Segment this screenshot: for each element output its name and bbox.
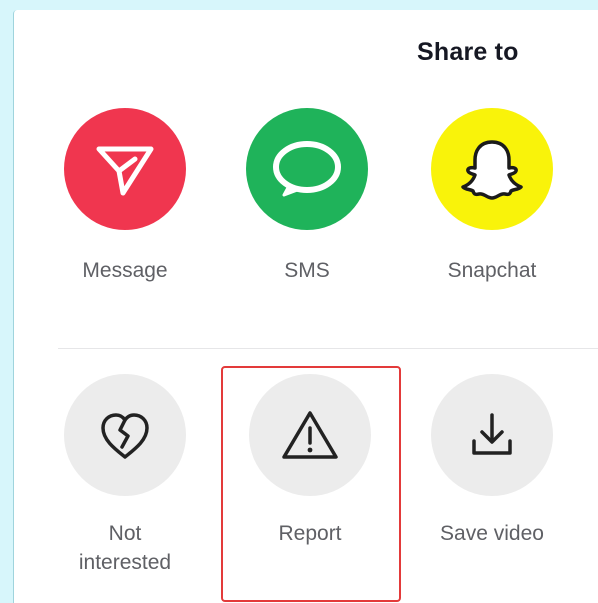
save-video-label: Save video	[440, 522, 544, 545]
chat-bubble-icon	[273, 141, 341, 197]
message-share-label: Message	[82, 259, 168, 282]
paper-plane-icon	[96, 146, 154, 196]
not-interested-label-line-1: Not	[108, 522, 142, 545]
section-divider	[58, 348, 598, 349]
broken-heart-icon	[101, 413, 149, 459]
report-highlight-box	[221, 366, 401, 602]
share-sheet: Share to Message SMS Snapchat Not intere…	[13, 10, 598, 603]
not-interested-button[interactable]	[64, 374, 186, 496]
download-icon	[472, 413, 512, 455]
save-video-button[interactable]	[431, 374, 553, 496]
snapchat-ghost-icon	[461, 140, 523, 200]
share-sheet-title: Share to	[417, 38, 519, 66]
sms-share-button[interactable]	[246, 108, 368, 230]
snapchat-share-label: Snapchat	[447, 259, 537, 282]
message-share-button[interactable]	[64, 108, 186, 230]
not-interested-label: Not interested	[54, 519, 196, 577]
screenshot-frame: Share to Message SMS Snapchat Not intere…	[0, 0, 598, 603]
sms-share-label: SMS	[284, 259, 330, 282]
not-interested-label-line-2: interested	[78, 551, 172, 574]
snapchat-share-button[interactable]	[431, 108, 553, 230]
